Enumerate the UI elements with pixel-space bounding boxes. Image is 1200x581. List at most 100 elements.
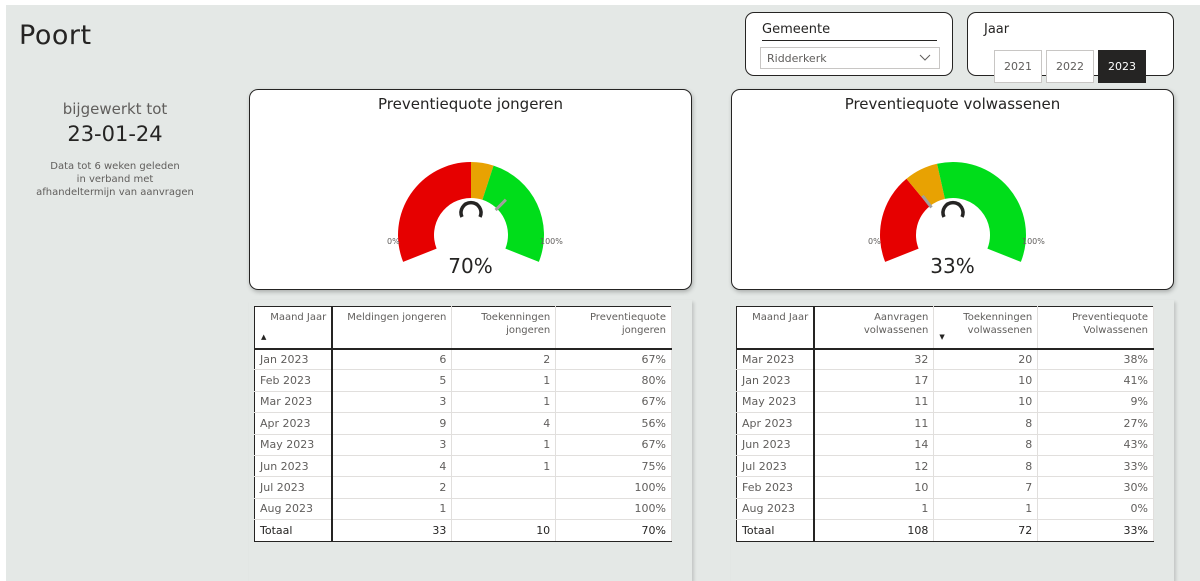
table-cell: May 2023 — [736, 391, 816, 414]
table-cell: 100% — [555, 498, 672, 521]
table-cell: 27% — [1037, 412, 1154, 435]
table-cell: Jan 2023 — [254, 348, 334, 371]
table-total-row[interactable]: Totaal 108 72 33% — [736, 519, 1154, 542]
table-cell: 2 — [332, 476, 453, 499]
table-cell: Mar 2023 — [736, 348, 816, 371]
updated-note-line2: in verband met — [76, 174, 154, 185]
table-cell: Totaal — [254, 519, 334, 542]
table-cell: 5 — [332, 369, 453, 392]
column-header[interactable]: Meldingen jongeren — [332, 306, 453, 350]
updated-note-line1: Data tot 6 weken geleden — [50, 161, 180, 172]
table-cell: 41% — [1037, 369, 1154, 392]
gemeente-slicer: Gemeente Ridderkerk — [745, 12, 953, 76]
column-header[interactable]: Toekenningen volwassenen ▼ — [933, 306, 1039, 350]
table-row[interactable]: Feb 2023 5 1 80% — [254, 369, 672, 392]
table-row[interactable]: Jul 2023 12 8 33% — [736, 455, 1154, 478]
column-header[interactable]: Maand Jaar ▲ — [254, 306, 334, 350]
gauge-hub-icon — [459, 200, 483, 218]
table-row[interactable]: Jun 2023 4 1 75% — [254, 455, 672, 478]
table-cell: 0% — [1037, 498, 1154, 521]
updated-info: bijgewerkt tot 23-01-24 Data tot 6 weken… — [20, 100, 210, 199]
table-panel-jongeren: Maand Jaar ▲ Meldingen jongeren Toekennin… — [249, 300, 692, 581]
table-cell: 3 — [332, 434, 453, 456]
column-header[interactable]: Maand Jaar — [736, 306, 816, 350]
table-cell: Aug 2023 — [736, 498, 816, 521]
table-row[interactable]: May 2023 11 10 9% — [736, 391, 1154, 414]
table-cell: Jul 2023 — [254, 476, 334, 499]
year-button-2023[interactable]: 2023 — [1098, 50, 1146, 83]
page-title: Poort — [19, 20, 92, 51]
column-header[interactable]: Preventiequote Volwassenen — [1037, 306, 1154, 350]
table-cell: 67% — [555, 391, 672, 414]
table-cell — [451, 498, 557, 521]
gauge-max-label: 100% — [1022, 237, 1045, 246]
updated-note-line3: afhandeltermijn van aanvragen — [36, 187, 194, 198]
column-header[interactable]: Toekenningen jongeren — [451, 306, 557, 350]
table-cell: 80% — [555, 369, 672, 392]
table-cell: 43% — [1037, 434, 1154, 456]
table-cell: 4 — [332, 455, 453, 478]
table-cell: Apr 2023 — [736, 412, 816, 435]
table-cell: May 2023 — [254, 434, 334, 456]
table-cell: 70% — [555, 519, 672, 542]
table-cell: 38% — [1037, 348, 1154, 371]
table-cell: Jan 2023 — [736, 369, 816, 392]
table-row[interactable]: Feb 2023 10 7 30% — [736, 476, 1154, 499]
jaar-slicer-label: Jaar — [984, 22, 1010, 37]
table-cell: Apr 2023 — [254, 412, 334, 435]
table-row[interactable]: Mar 2023 3 1 67% — [254, 391, 672, 414]
table-cell: 1 — [451, 369, 557, 392]
table-cell: 10 — [451, 519, 557, 542]
table-row[interactable]: Jul 2023 2 100% — [254, 476, 672, 499]
table-cell: 2 — [451, 348, 557, 371]
gemeente-selected-value: Ridderkerk — [767, 52, 827, 65]
table-row[interactable]: Mar 2023 32 20 38% — [736, 348, 1154, 371]
gauge-green-segment — [482, 165, 544, 262]
year-button-2022[interactable]: 2022 — [1046, 50, 1094, 83]
column-header[interactable]: Preventiequote jongeren — [555, 306, 672, 350]
table-cell — [451, 476, 557, 499]
table-cell: Feb 2023 — [254, 369, 334, 392]
table-row[interactable]: Apr 2023 11 8 27% — [736, 412, 1154, 435]
gemeente-dropdown[interactable]: Ridderkerk — [760, 47, 940, 69]
table-cell: 6 — [332, 348, 453, 371]
table-row[interactable]: Aug 2023 1 1 0% — [736, 498, 1154, 521]
table-cell: Totaal — [736, 519, 816, 542]
column-header[interactable]: Aanvragen volwassenen — [814, 306, 935, 350]
table-cell: 33 — [332, 519, 453, 542]
table-cell: 8 — [933, 455, 1039, 478]
table-row[interactable]: Jan 2023 17 10 41% — [736, 369, 1154, 392]
gauge-value: 70% — [448, 254, 493, 278]
table-cell: 1 — [814, 498, 935, 521]
sort-ascending-icon: ▲ — [261, 332, 267, 341]
table-row[interactable]: Apr 2023 9 4 56% — [254, 412, 672, 435]
table-cell: 10 — [933, 369, 1039, 392]
table-cell: 32 — [814, 348, 935, 371]
table-cell: 108 — [814, 519, 935, 542]
table-total-row[interactable]: Totaal 33 10 70% — [254, 519, 672, 542]
table-cell: 4 — [451, 412, 557, 435]
year-button-2021[interactable]: 2021 — [994, 50, 1042, 83]
table-cell: 17 — [814, 369, 935, 392]
table-row[interactable]: Aug 2023 1 100% — [254, 498, 672, 521]
table-cell: 10 — [814, 476, 935, 499]
table-row[interactable]: Jan 2023 6 2 67% — [254, 348, 672, 371]
table-cell: Jun 2023 — [736, 434, 816, 456]
table-cell: 1 — [933, 498, 1039, 521]
table-volwassenen: Maand Jaar Aanvragen volwassenen Toekenn… — [736, 306, 1154, 542]
table-cell: 12 — [814, 455, 935, 478]
table-cell: 1 — [451, 434, 557, 456]
table-cell: 30% — [1037, 476, 1154, 499]
table-cell: 11 — [814, 391, 935, 414]
table-cell: Jun 2023 — [254, 455, 334, 478]
gauge-card-volwassenen: Preventiequote volwassenen 0% 100% 33% — [731, 89, 1174, 290]
chevron-down-icon — [919, 51, 931, 66]
gauge-hub-icon — [941, 200, 965, 218]
table-row[interactable]: Jun 2023 14 8 43% — [736, 434, 1154, 456]
table-cell: 9% — [1037, 391, 1154, 414]
table-cell: 33% — [1037, 455, 1154, 478]
updated-label: bijgewerkt tot — [62, 100, 168, 118]
gauge-card-jongeren: Preventiequote jongeren 0% 100% 70% — [249, 89, 692, 290]
table-cell: 1 — [451, 391, 557, 414]
table-row[interactable]: May 2023 3 1 67% — [254, 434, 672, 456]
